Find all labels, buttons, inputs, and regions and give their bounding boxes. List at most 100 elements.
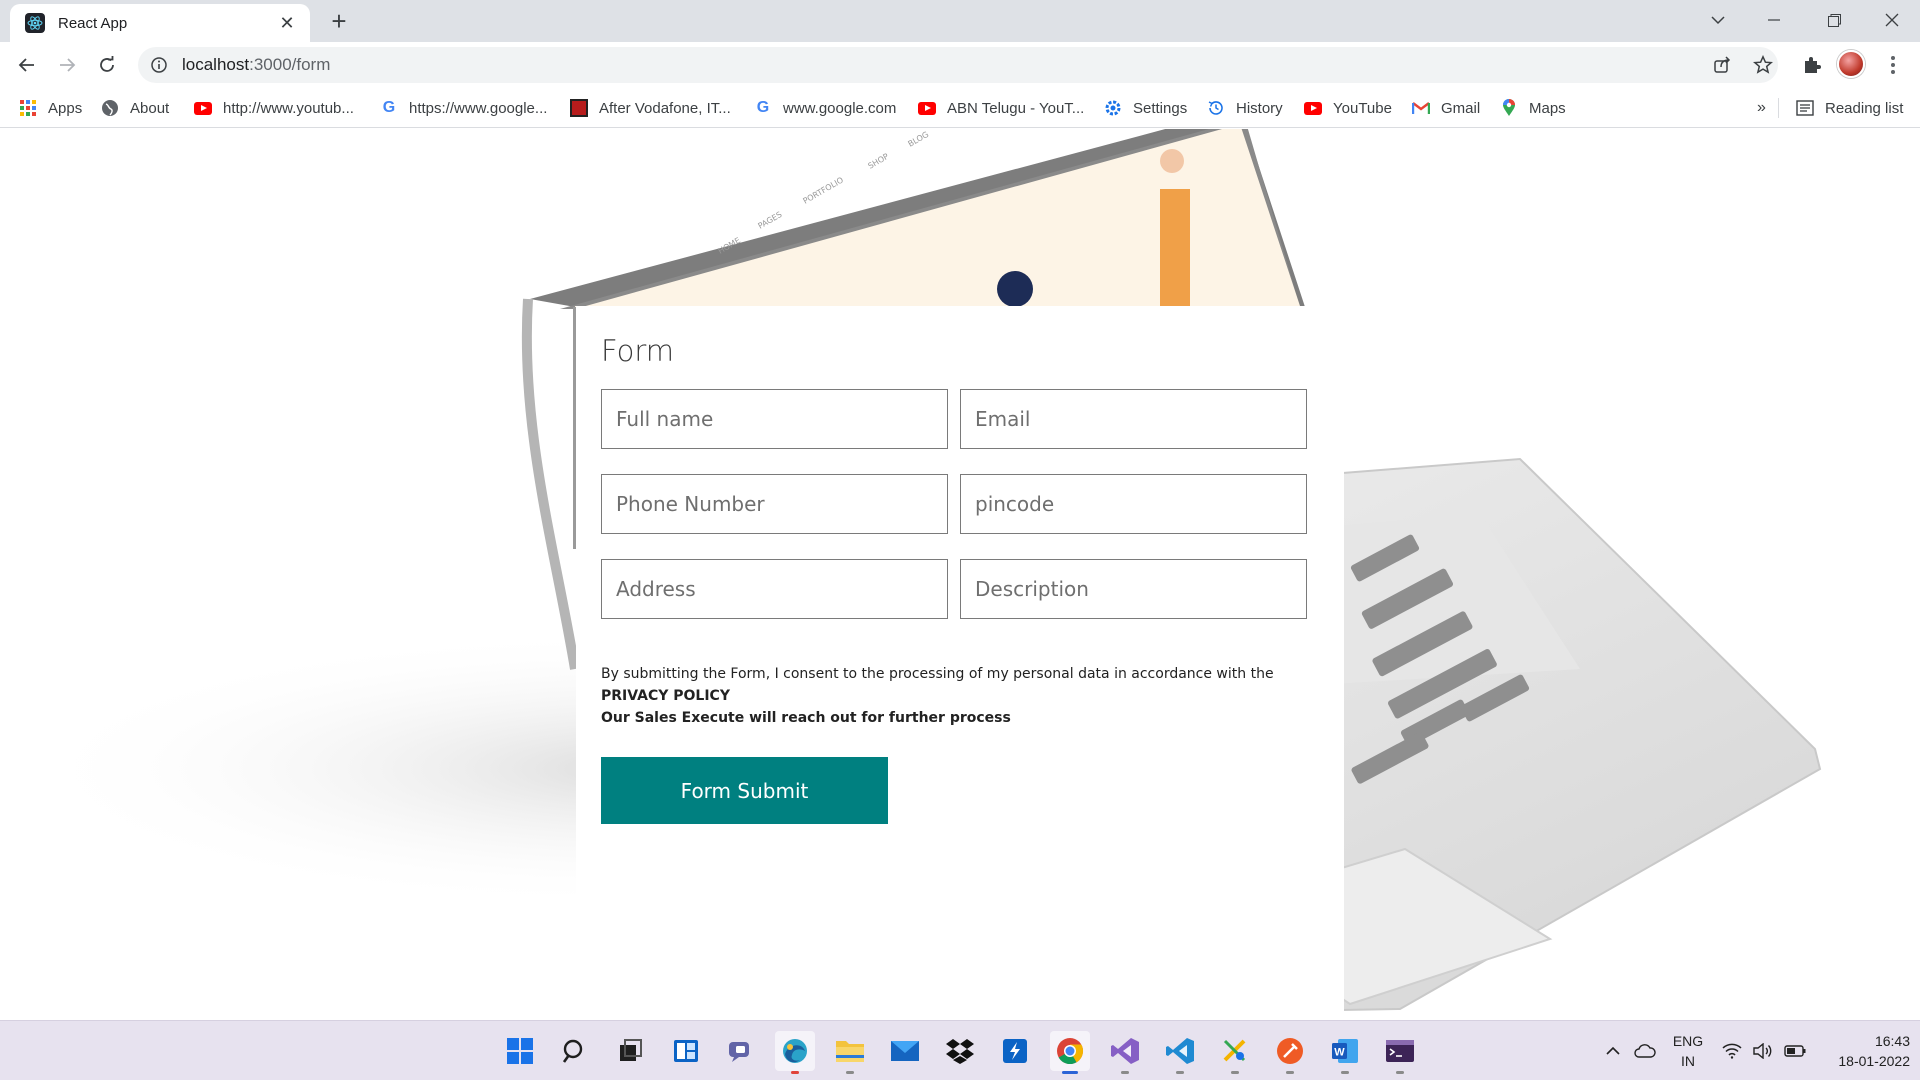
mail-icon[interactable] <box>885 1031 925 1071</box>
phone-number-input[interactable] <box>601 474 948 534</box>
profile-avatar[interactable] <box>1837 50 1865 78</box>
bookmark-settings[interactable]: Settings <box>1104 97 1187 119</box>
tab-strip: React App ✕ + <box>0 0 1920 42</box>
svg-text:SHOP: SHOP <box>867 152 891 171</box>
bookmark-gmail[interactable]: Gmail <box>1412 97 1480 119</box>
widgets-icon[interactable] <box>666 1031 706 1071</box>
react-icon <box>25 13 45 33</box>
bookmark-label: http://www.youtub... <box>223 99 354 117</box>
bookmark-apps[interactable]: Apps <box>19 97 82 119</box>
site-info-icon[interactable] <box>150 56 168 74</box>
history-icon <box>1207 99 1225 117</box>
bookmark-youtube-link[interactable]: http://www.youtub... <box>194 97 354 119</box>
search-icon[interactable] <box>555 1031 595 1071</box>
form-title: Form <box>601 334 675 368</box>
maps-pin-icon <box>1500 99 1518 117</box>
privacy-policy-text: PRIVACY POLICY <box>601 688 730 704</box>
url-host: localhost <box>182 55 250 74</box>
reading-list-icon <box>1796 99 1814 117</box>
postman-icon[interactable] <box>1270 1031 1310 1074</box>
bookmark-google-com[interactable]: Gwww.google.com <box>754 97 897 119</box>
tray-overflow-chevron-icon[interactable] <box>1600 1021 1626 1080</box>
vscode-icon[interactable] <box>1160 1031 1200 1074</box>
youtube-icon <box>918 99 936 117</box>
bookmark-youtube[interactable]: YouTube <box>1304 97 1392 119</box>
globe-icon <box>101 99 119 117</box>
teams-chat-icon[interactable] <box>720 1031 760 1071</box>
full-name-input[interactable] <box>601 389 948 449</box>
file-explorer-icon[interactable] <box>830 1031 870 1074</box>
reading-list-label: Reading list <box>1825 99 1904 117</box>
email-input[interactable] <box>960 389 1307 449</box>
browser-toolbar: localhost:3000/form <box>0 42 1920 88</box>
bookmarks-divider <box>1778 98 1779 118</box>
reload-button[interactable] <box>92 50 122 80</box>
form-submit-button[interactable]: Form Submit <box>601 757 888 824</box>
bookmark-abn-telugu[interactable]: ABN Telugu - YouT... <box>918 97 1084 119</box>
address-bar[interactable]: localhost:3000/form <box>138 47 1778 83</box>
power-automate-icon[interactable] <box>995 1031 1035 1071</box>
extensions-puzzle-icon[interactable] <box>1797 50 1827 80</box>
chrome-icon[interactable] <box>1050 1031 1090 1074</box>
forward-button[interactable] <box>52 50 82 80</box>
clock-time: 16:43 <box>1874 1033 1910 1049</box>
browser-menu-icon[interactable] <box>1883 52 1903 78</box>
bookmarks-overflow-button[interactable]: » <box>1757 97 1766 119</box>
edge-canary-icon[interactable] <box>775 1031 815 1074</box>
back-button[interactable] <box>12 50 42 80</box>
bookmark-label: Gmail <box>1441 99 1481 117</box>
restore-button[interactable] <box>1806 0 1862 40</box>
clock-date: 18-01-2022 <box>1838 1053 1910 1069</box>
bookmark-google-link[interactable]: Ghttps://www.google... <box>380 97 548 119</box>
gmail-icon <box>1412 99 1430 117</box>
bookmarks-bar: Apps About http://www.youtub... Ghttps:/… <box>0 88 1920 128</box>
bookmark-history[interactable]: History <box>1207 97 1283 119</box>
svg-text:PAGES: PAGES <box>757 210 784 231</box>
pincode-input[interactable] <box>960 474 1307 534</box>
consent-text: By submitting the Form, I consent to the… <box>601 666 1274 682</box>
onedrive-cloud-icon[interactable] <box>1630 1021 1660 1080</box>
snipping-tool-icon[interactable] <box>1215 1031 1255 1074</box>
bookmark-label: Apps <box>48 99 83 117</box>
gear-icon <box>1104 99 1122 117</box>
bookmark-label: https://www.google... <box>409 99 548 117</box>
bookmark-maps[interactable]: Maps <box>1500 97 1566 119</box>
google-icon: G <box>382 99 396 116</box>
google-icon: G <box>756 99 770 116</box>
dropbox-icon[interactable] <box>940 1031 980 1071</box>
address-input[interactable] <box>601 559 948 619</box>
task-view-icon[interactable] <box>610 1031 650 1071</box>
terminal-icon[interactable] <box>1380 1031 1420 1074</box>
reading-list-button[interactable]: Reading list <box>1796 97 1903 119</box>
bookmark-about[interactable]: About <box>101 97 169 119</box>
form-card: Form By submitting the Form, I consent t… <box>576 306 1344 1020</box>
url-text[interactable]: localhost:3000/form <box>182 55 330 75</box>
minimize-button[interactable] <box>1746 0 1802 40</box>
bookmark-vodafone-news[interactable]: After Vodafone, IT... <box>570 97 731 119</box>
system-clock[interactable]: 16:43 18-01-2022 <box>1820 1031 1910 1071</box>
language-code: ENG <box>1672 1033 1704 1049</box>
close-window-button[interactable] <box>1864 0 1920 40</box>
battery-icon[interactable] <box>1780 1021 1810 1080</box>
apps-grid-icon <box>19 99 37 117</box>
visual-studio-icon[interactable] <box>1105 1031 1145 1074</box>
star-bookmark-icon[interactable] <box>1748 50 1778 80</box>
bookmark-label: www.google.com <box>783 99 897 117</box>
news-icon <box>570 99 588 117</box>
wifi-icon[interactable] <box>1718 1021 1746 1080</box>
bookmark-label: About <box>130 99 170 117</box>
new-tab-button[interactable]: + <box>324 6 354 36</box>
page-viewport: HOME PAGES PORTFOLIO SHOP BLOG Form By s… <box>0 129 1920 1020</box>
windows-taskbar: W ENG IN 16:43 18-01-2022 <box>0 1020 1920 1080</box>
close-tab-icon[interactable]: ✕ <box>276 13 298 34</box>
word-icon[interactable]: W <box>1325 1031 1365 1074</box>
share-icon[interactable] <box>1707 50 1737 80</box>
browser-tab[interactable]: React App ✕ <box>10 4 310 42</box>
tab-search-chevron-icon[interactable] <box>1690 0 1746 40</box>
svg-text:BLOG: BLOG <box>907 130 931 149</box>
volume-icon[interactable] <box>1748 1021 1776 1080</box>
bookmark-label: Settings <box>1133 99 1188 117</box>
description-input[interactable] <box>960 559 1307 619</box>
input-language-indicator[interactable]: ENG IN <box>1670 1031 1706 1071</box>
start-windows-icon[interactable] <box>500 1031 540 1071</box>
